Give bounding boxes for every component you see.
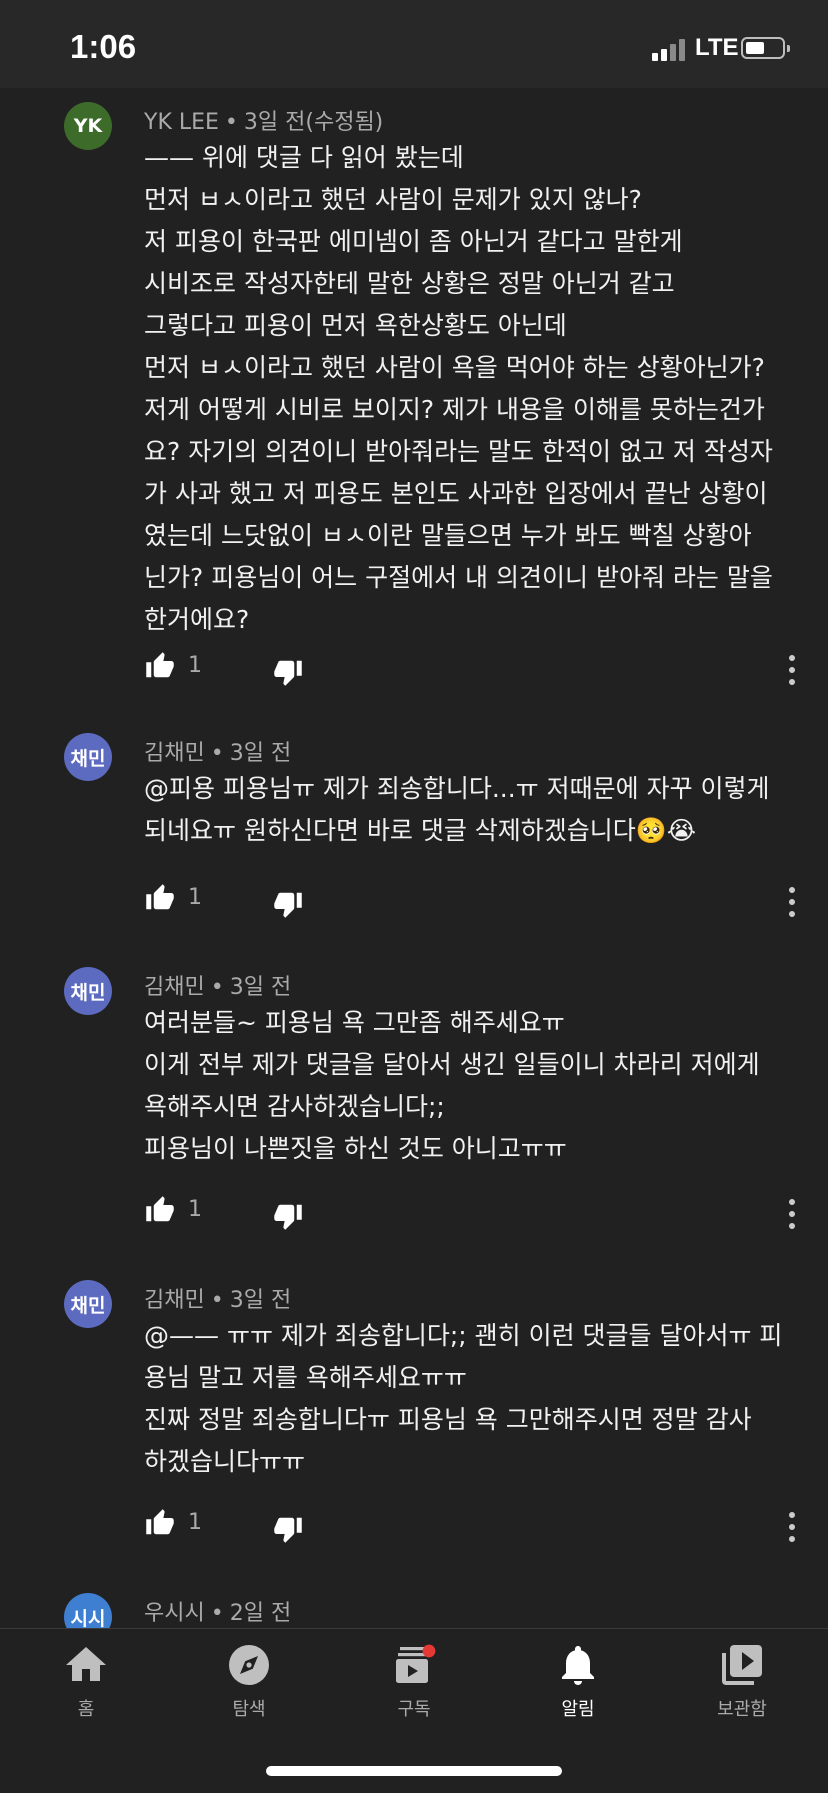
like-count: 1: [188, 885, 202, 910]
cellular-signal-icon: [652, 35, 692, 61]
comment-meta: 김채민 • 3일 전: [144, 1288, 292, 1313]
nav-label-notifications: 알림: [561, 1699, 595, 1720]
nav-notifications[interactable]: 알림: [508, 1641, 648, 1731]
bell-icon: [562, 1646, 594, 1685]
nav-label-explore: 탐색: [232, 1699, 266, 1720]
comment-time: 3일 전: [229, 975, 292, 1000]
status-bar: 1:06 LTE: [0, 0, 828, 88]
comment-meta: 우시시 • 2일 전: [144, 1601, 292, 1626]
library-icon: [722, 1645, 762, 1685]
more-vert-icon[interactable]: [780, 653, 804, 687]
like-count: 1: [188, 1197, 202, 1222]
comment-author[interactable]: YK LEE: [144, 110, 219, 135]
thumb-down-icon[interactable]: [272, 657, 304, 687]
like-count: 1: [188, 1510, 202, 1535]
comment-time: 2일 전: [229, 1601, 292, 1626]
thumb-down-icon[interactable]: [272, 1201, 304, 1231]
battery-icon: [741, 37, 790, 59]
home-indicator[interactable]: [266, 1766, 562, 1776]
avatar[interactable]: 시시: [64, 1593, 112, 1628]
avatar[interactable]: 채민: [64, 733, 112, 781]
comment-time: 3일 전: [229, 1288, 292, 1313]
comment-time: 3일 전: [229, 741, 292, 766]
comment-text: —— 위에 댓글 다 읽어 봤는데 먼저 ㅂㅅ이라고 했던 사람이 문제가 있지…: [144, 143, 773, 634]
comment-author[interactable]: 김채민: [144, 975, 205, 1000]
nav-label-library: 보관함: [717, 1699, 767, 1720]
status-time: 1:06: [70, 28, 137, 65]
thumb-up-icon[interactable]: [144, 883, 176, 913]
comment-author[interactable]: 우시시: [144, 1601, 205, 1626]
home-icon: [66, 1647, 106, 1681]
thumb-down-icon[interactable]: [272, 889, 304, 919]
nav-label-subscriptions: 구독: [397, 1699, 431, 1720]
more-vert-icon[interactable]: [780, 1197, 804, 1231]
comment-actions: 1: [0, 875, 828, 925]
nav-explore[interactable]: 탐색: [179, 1641, 319, 1731]
comment-author[interactable]: 김채민: [144, 1288, 205, 1313]
network-type: LTE: [695, 34, 739, 61]
thumb-up-icon[interactable]: [144, 651, 176, 681]
nav-label-home: 홈: [77, 1699, 95, 1720]
comment-actions: 1: [0, 1187, 828, 1237]
comment-text: @—— ㅠㅠ 제가 죄송합니다;; 괜히 이런 댓글들 달아서ㅠ 피 용님 말고…: [144, 1321, 783, 1476]
comment-text: 여러분들~ 피용님 욕 그만좀 해주세요ㅠ 이게 전부 제가 댓글을 달아서 생…: [144, 1008, 760, 1163]
comment-author[interactable]: 김채민: [144, 741, 205, 766]
more-vert-icon[interactable]: [780, 1510, 804, 1544]
subscriptions-icon: [396, 1644, 436, 1683]
like-count: 1: [188, 653, 202, 678]
comment-time: 3일 전(수정됨): [243, 110, 384, 135]
avatar[interactable]: YK: [64, 102, 112, 150]
nav-library[interactable]: 보관함: [672, 1641, 812, 1731]
comment-actions: 1: [0, 1500, 828, 1550]
comment-list[interactable]: YK YK LEE • 3일 전(수정됨) —— 위에 댓글 다 읽어 봤는데 먼저…: [0, 88, 828, 1628]
nav-home[interactable]: 홈: [16, 1641, 156, 1731]
avatar[interactable]: 채민: [64, 1280, 112, 1328]
comment-meta: 김채민 • 3일 전: [144, 741, 292, 766]
thumb-up-icon[interactable]: [144, 1195, 176, 1225]
more-vert-icon[interactable]: [780, 885, 804, 919]
comment-text: @피용 피용님ㅠ 제가 죄송합니다...ㅠ 저때문에 자꾸 이렇게 되네요ㅠ 원…: [144, 774, 770, 845]
comment-meta: YK LEE • 3일 전(수정됨): [144, 110, 384, 135]
thumb-up-icon[interactable]: [144, 1508, 176, 1538]
avatar[interactable]: 채민: [64, 967, 112, 1015]
comment-actions: 1: [0, 643, 828, 693]
comment-meta: 김채민 • 3일 전: [144, 975, 292, 1000]
thumb-down-icon[interactable]: [272, 1514, 304, 1544]
compass-icon: [229, 1645, 269, 1685]
nav-subscriptions[interactable]: 구독: [344, 1641, 484, 1731]
